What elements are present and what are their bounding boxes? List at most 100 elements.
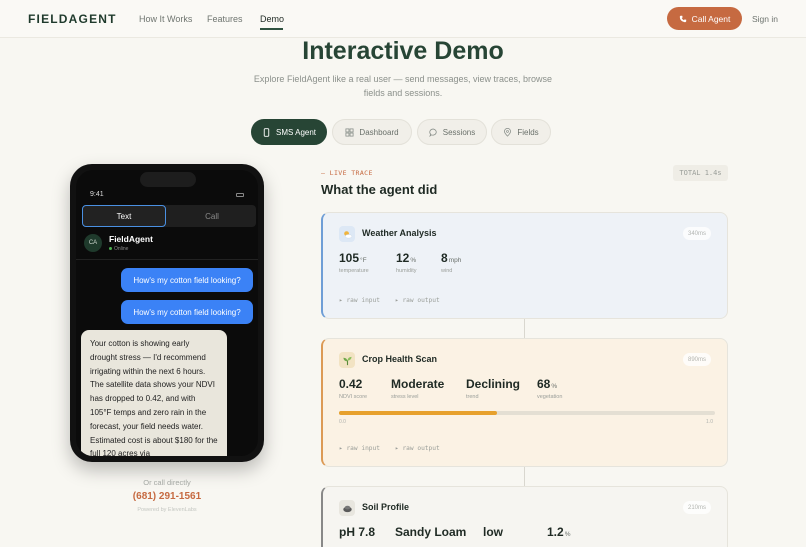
metric-value: Moderate bbox=[391, 377, 445, 391]
agent-status: Online bbox=[109, 246, 128, 252]
metric-value: low bbox=[483, 525, 503, 539]
page-title: Interactive Demo bbox=[302, 37, 504, 65]
metric-label: trend bbox=[466, 394, 479, 400]
metric-value: 1.2 bbox=[547, 525, 564, 539]
nav-active-underline bbox=[260, 28, 283, 30]
chat-divider bbox=[76, 259, 258, 260]
agent-message: Your cotton is showing early drought str… bbox=[81, 330, 227, 456]
metric-value: 68 bbox=[537, 377, 551, 391]
call-agent-label: Call Agent bbox=[691, 13, 731, 24]
metric-ndvi: 0.42 NDVI score bbox=[339, 377, 367, 400]
total-time-badge: TOTAL 1.4s bbox=[673, 165, 728, 181]
metric-humidity: 12% humidity bbox=[396, 251, 416, 274]
metric-unit: mph bbox=[448, 257, 462, 264]
tab-sms-agent[interactable]: SMS Agent bbox=[251, 119, 327, 145]
metric-temperature: 105°F temperature bbox=[339, 251, 369, 274]
tab-label: SMS Agent bbox=[275, 127, 317, 137]
powered-by: Powered by ElevenLabs bbox=[137, 507, 197, 513]
raw-output-toggle[interactable]: raw output bbox=[395, 445, 439, 452]
avatar: CA bbox=[84, 234, 102, 252]
tab-label: Sessions bbox=[442, 127, 476, 137]
ndvi-bar-max: 1.0 bbox=[706, 419, 713, 425]
tab-sessions[interactable]: Sessions bbox=[417, 119, 487, 145]
metric-value: Declining bbox=[466, 377, 521, 391]
soil-icon bbox=[339, 500, 355, 516]
card-title: Weather Analysis bbox=[362, 228, 437, 238]
duration-badge: 340ms bbox=[683, 227, 711, 240]
duration-badge: 210ms bbox=[683, 501, 711, 514]
call-agent-button[interactable]: Call Agent bbox=[667, 7, 742, 30]
weather-analysis-card: Weather Analysis 340ms 105°F temperature… bbox=[321, 212, 728, 319]
top-nav: FIELDAGENT How It Works Features Demo Ca… bbox=[0, 0, 806, 38]
metric-value: 12 bbox=[396, 251, 410, 265]
tab-fields[interactable]: Fields bbox=[491, 119, 551, 145]
metric-wind: 8mph wind bbox=[441, 251, 461, 274]
raw-input-toggle[interactable]: raw input bbox=[339, 445, 380, 452]
status-time: 9:41 bbox=[90, 191, 104, 198]
metric-unit: % bbox=[410, 257, 417, 264]
trace-connector bbox=[524, 467, 525, 486]
raw-output-toggle[interactable]: raw output bbox=[395, 297, 439, 304]
trace-title: What the agent did bbox=[321, 182, 438, 197]
card-title: Soil Profile bbox=[362, 502, 410, 512]
soil-profile-card: Soil Profile 210ms pH 7.8 Sandy Loam low… bbox=[321, 486, 728, 547]
ndvi-bar-min: 0.0 bbox=[339, 419, 346, 425]
sun-cloud-icon bbox=[339, 226, 355, 242]
page-subtitle: Explore FieldAgent like a real user — se… bbox=[253, 74, 553, 98]
metric-unit: °F bbox=[360, 257, 367, 264]
metric-value: 105 bbox=[339, 251, 360, 265]
metric-trend: Declining trend bbox=[466, 377, 520, 400]
metric-value: 8 bbox=[441, 251, 448, 265]
duration-badge: 890ms bbox=[683, 353, 711, 366]
metric-label: vegetation bbox=[537, 394, 563, 400]
raw-input-toggle[interactable]: raw input bbox=[339, 297, 380, 304]
crop-health-card: Crop Health Scan 890ms 0.42 NDVI score M… bbox=[321, 338, 728, 467]
tab-label: Fields bbox=[517, 127, 539, 137]
user-message: How's my cotton field looking? bbox=[121, 300, 253, 324]
nav-how-it-works[interactable]: How It Works bbox=[139, 14, 192, 24]
metric-unit: % bbox=[551, 383, 558, 390]
metric-value: pH 7.8 bbox=[339, 525, 376, 539]
logo[interactable]: FIELDAGENT bbox=[28, 12, 117, 26]
metric-label: humidity bbox=[396, 268, 417, 274]
metric-label: NDVI score bbox=[339, 394, 368, 400]
metric-vegetation: 68% vegetation bbox=[537, 377, 562, 400]
metric-ph: pH 7.8 bbox=[339, 525, 375, 539]
phone-number-link[interactable]: (681) 291-1561 bbox=[70, 491, 264, 502]
pin-icon bbox=[504, 127, 512, 137]
ndvi-bar bbox=[339, 411, 715, 415]
metric-soil-type: Sandy Loam bbox=[395, 525, 466, 539]
sprout-icon bbox=[339, 352, 355, 368]
tab-dashboard[interactable]: Dashboard bbox=[332, 119, 412, 145]
phone-icon bbox=[679, 15, 686, 22]
live-trace-label: — LIVE TRACE bbox=[321, 169, 373, 177]
metric-label: stress level bbox=[391, 394, 419, 400]
phone-notch bbox=[140, 172, 196, 187]
metric-value: Sandy Loam bbox=[395, 525, 467, 539]
metric-moisture: low bbox=[483, 525, 503, 539]
battery-icon bbox=[236, 193, 244, 197]
metric-value: 0.42 bbox=[339, 377, 363, 391]
trace-connector bbox=[524, 319, 525, 338]
metric-label: wind bbox=[441, 268, 453, 274]
agent-name: FieldAgent bbox=[109, 234, 153, 244]
metric-label: temperature bbox=[339, 268, 369, 274]
phone-screen: 9:41 Text Call CA FieldAgent Online How'… bbox=[76, 170, 258, 456]
card-title: Crop Health Scan bbox=[362, 354, 438, 364]
tab-label: Dashboard bbox=[359, 127, 399, 137]
signin-link[interactable]: Sign in bbox=[752, 14, 778, 24]
toggle-call-button[interactable]: Call bbox=[168, 205, 256, 227]
metric-organic-matter: 1.2% bbox=[547, 525, 570, 539]
grid-icon bbox=[345, 127, 354, 137]
ndvi-bar-fill bbox=[339, 411, 497, 415]
nav-demo[interactable]: Demo bbox=[260, 14, 284, 24]
phone-mockup: 9:41 Text Call CA FieldAgent Online How'… bbox=[70, 164, 264, 462]
or-call-label: Or call directly bbox=[143, 478, 191, 487]
nav-features[interactable]: Features bbox=[207, 14, 243, 24]
user-message: How's my cotton field looking? bbox=[121, 268, 253, 292]
toggle-text-button[interactable]: Text bbox=[82, 205, 166, 227]
phone-icon bbox=[263, 127, 270, 137]
metric-stress-level: Moderate stress level bbox=[391, 377, 444, 400]
chat-icon bbox=[429, 128, 437, 137]
metric-unit: % bbox=[564, 531, 571, 538]
